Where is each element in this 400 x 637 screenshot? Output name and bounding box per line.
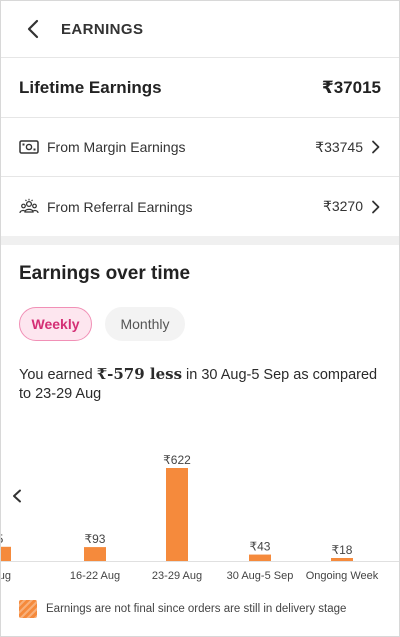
earnings-chart-svg: 5 Aug ₹93 16-22 Aug ₹622 23-29 Aug ₹43 30 Aug-5… (0, 453, 399, 582)
chart-value-label: ₹622 (163, 453, 191, 467)
chevron-right-icon (371, 140, 381, 154)
chart-category-label: Aug (1, 570, 11, 582)
lifetime-earnings-label: Lifetime Earnings (19, 78, 162, 97)
back-button[interactable] (23, 19, 43, 39)
striped-legend-icon (19, 600, 37, 618)
lifetime-earnings-value: ₹37015 (321, 78, 381, 97)
earnings-bar-chart: 5 Aug ₹93 16-22 Aug ₹622 23-29 Aug ₹43 30 Aug-5… (0, 421, 399, 591)
chart-category-label: 16-22 Aug (70, 570, 120, 582)
earnings-comparison-text: You earned ₹-579 less in 30 Aug-5 Sep as… (19, 365, 379, 404)
section-divider (1, 236, 399, 245)
margin-earnings-value: ₹33745 (315, 138, 363, 155)
earnings-over-time-title: Earnings over time (19, 263, 191, 284)
app-header: EARNINGS (1, 1, 399, 58)
chart-value-label: ₹18 (332, 543, 353, 557)
margin-earnings-label: From Margin Earnings (47, 139, 186, 155)
people-icon (19, 196, 41, 218)
chart-value-label: ₹43 (250, 540, 271, 554)
earnings-disclaimer-text: Earnings are not final since orders are … (46, 603, 347, 615)
chevron-left-icon (27, 19, 39, 39)
page-title: EARNINGS (61, 20, 144, 38)
summary-prefix: You earned (19, 367, 97, 383)
chart-bar[interactable] (249, 554, 271, 561)
chart-value-label: 5 (1, 532, 4, 546)
lifetime-earnings-row: Lifetime Earnings ₹37015 (1, 59, 399, 118)
chevron-right-icon (371, 200, 381, 214)
chart-category-label: 30 Aug-5 Sep (227, 570, 294, 582)
referral-earnings-label: From Referral Earnings (47, 198, 193, 215)
chart-category-label: Ongoing Week (306, 570, 379, 582)
earnings-disclaimer: Earnings are not final since orders are … (19, 600, 389, 618)
chart-bar[interactable] (166, 468, 188, 561)
monthly-toggle-button[interactable]: Monthly (105, 307, 185, 341)
chart-bar[interactable] (84, 547, 106, 561)
chart-category-label: 23-29 Aug (152, 570, 202, 582)
chevron-left-icon (13, 489, 21, 503)
margin-earnings-row[interactable]: From Margin Earnings ₹33745 (1, 118, 399, 177)
chart-bar[interactable] (0, 546, 11, 561)
chart-value-label: ₹93 (85, 532, 106, 546)
summary-amount: ₹-579 less (96, 365, 183, 383)
chart-scroll-left-button[interactable] (9, 488, 25, 504)
cash-icon (19, 136, 41, 158)
weekly-toggle-button[interactable]: Weekly (19, 307, 92, 341)
referral-earnings-value: ₹3270 (322, 198, 363, 214)
referral-earnings-row[interactable]: From Referral Earnings ₹3270 (1, 177, 399, 236)
chart-bar[interactable] (331, 558, 353, 561)
